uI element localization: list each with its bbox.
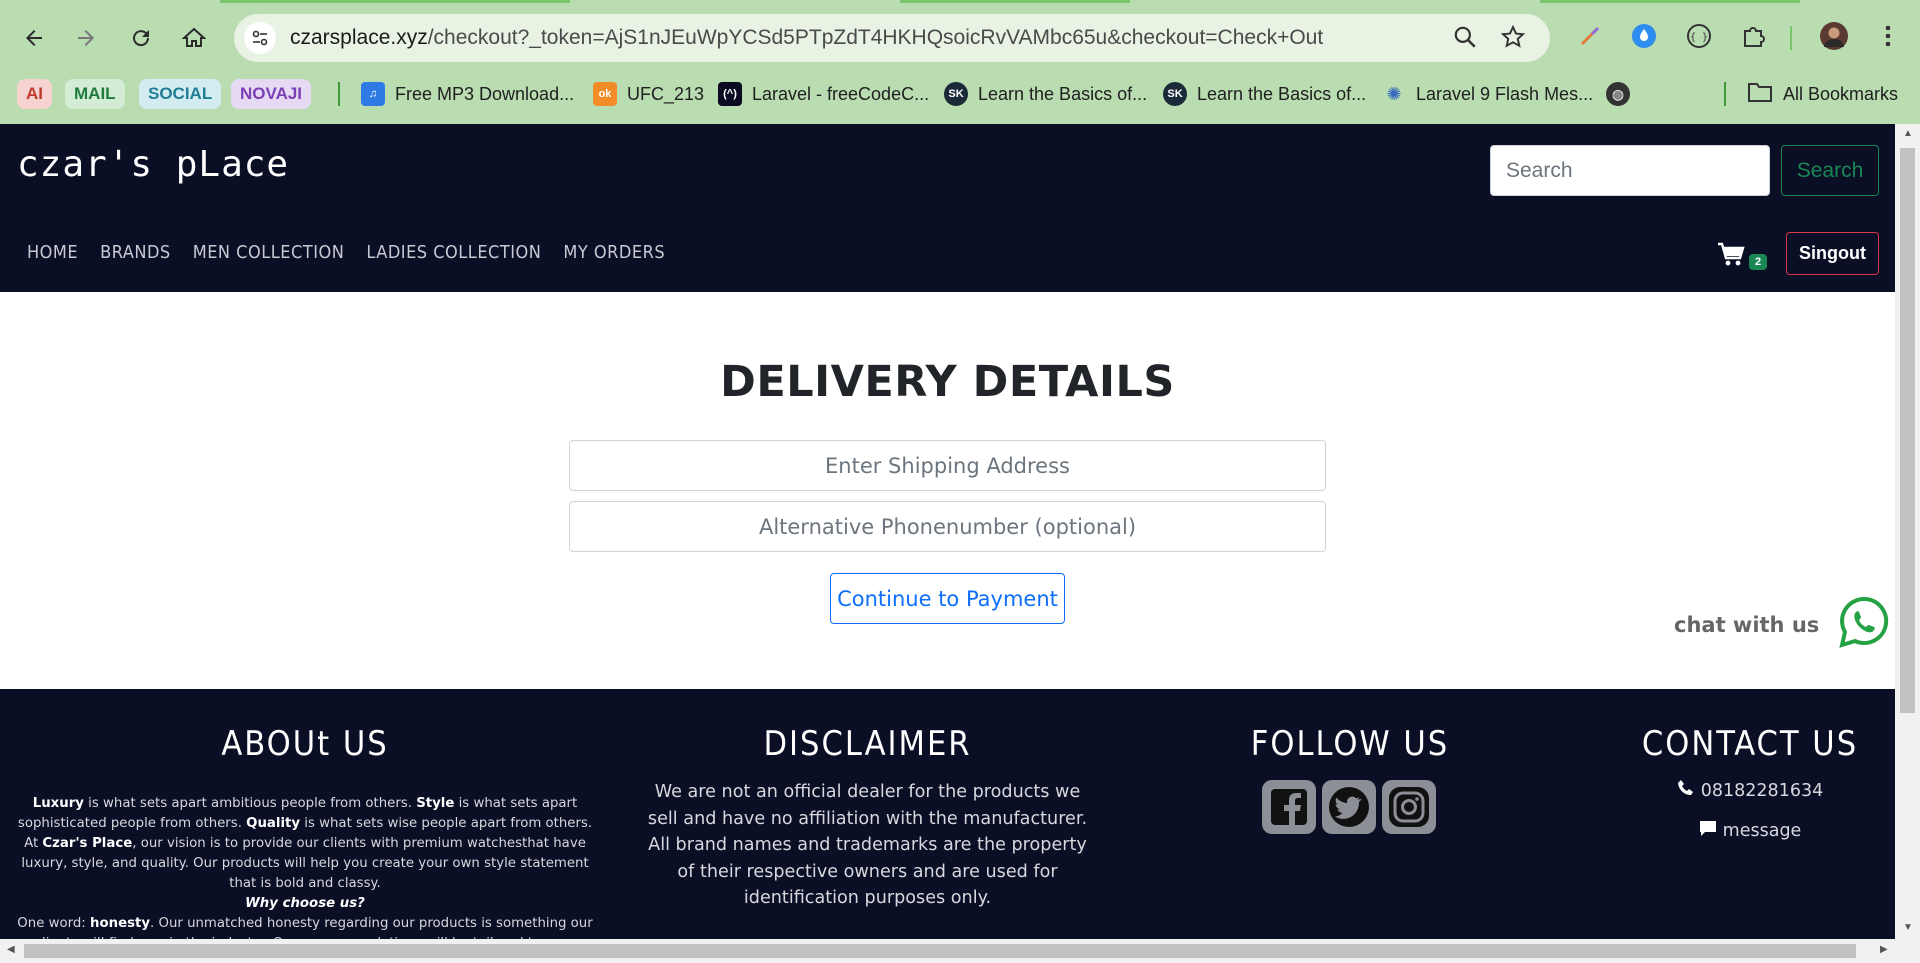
freecodecamp-icon: (^): [718, 82, 742, 106]
chat-label: chat with us: [1674, 612, 1820, 637]
bookmark-label: Laravel 9 Flash Mes...: [1416, 83, 1594, 104]
bookmark-item[interactable]: ✺ Laravel 9 Flash Mes...: [1382, 79, 1593, 109]
bookmark-group-novaji[interactable]: NOVAJI: [231, 79, 312, 109]
main-menu: HOME BRANDS MEN COLLECTION LADIES COLLEC…: [27, 242, 665, 263]
forward-icon[interactable]: [66, 18, 106, 58]
search-input[interactable]: [1490, 145, 1770, 196]
nav-men-collection[interactable]: MEN COLLECTION: [193, 242, 345, 263]
phone-icon: [1677, 779, 1695, 802]
bookmark-label: Learn the Basics of...: [978, 83, 1148, 104]
bookmark-item[interactable]: SK Learn the Basics of...: [1163, 79, 1366, 109]
site-footer: ABOUt US Luxury is what sets apart ambit…: [0, 689, 1895, 939]
profile-avatar-icon[interactable]: [1818, 20, 1850, 52]
page-title: DELIVERY DETAILS: [720, 357, 1175, 407]
checkout-section: DELIVERY DETAILS Continue to Payment cha…: [0, 292, 1895, 689]
bookmark-label: UFC_213: [627, 83, 705, 104]
contact-message[interactable]: message: [1640, 819, 1860, 842]
facebook-icon[interactable]: [1262, 780, 1316, 834]
instagram-icon[interactable]: [1382, 780, 1436, 834]
cart-icon: [1717, 242, 1745, 273]
bookmark-label: Free MP3 Download...: [395, 83, 575, 104]
shipping-address-input[interactable]: [569, 440, 1326, 491]
folder-icon: [1747, 81, 1773, 108]
music-icon: ♫: [361, 82, 385, 106]
bookmarks-bar: AI MAIL SOCIAL NOVAJI ♫ Free MP3 Downloa…: [0, 74, 1920, 124]
bookmarks-divider: [1724, 82, 1726, 106]
all-bookmarks-label: All Bookmarks: [1783, 83, 1899, 104]
horizontal-scroll-thumb[interactable]: [24, 944, 1856, 958]
sk-icon: SK: [944, 82, 968, 106]
code-extension-icon[interactable]: { }: [1683, 20, 1715, 52]
cart-count-badge: 2: [1749, 253, 1768, 270]
globe-icon: ◍: [1606, 82, 1630, 106]
nav-brands[interactable]: BRANDS: [100, 242, 171, 263]
bookmark-group-mail[interactable]: MAIL: [65, 79, 125, 109]
message-link: message: [1722, 820, 1802, 841]
lightbulb-icon: ✺: [1386, 83, 1402, 104]
reload-icon[interactable]: [121, 18, 161, 58]
scroll-left-icon[interactable]: ◀: [7, 944, 15, 955]
svg-text:{ }: { }: [1690, 32, 1708, 43]
phone-number: 08182281634: [1700, 780, 1824, 801]
follow-heading: FOLLOW US: [1250, 724, 1450, 764]
url-text: czarsplace.xyz/checkout?_token=AjS1nJEuW…: [290, 26, 1324, 49]
about-heading: ABOUt US: [221, 724, 389, 764]
bookmark-item[interactable]: (^) Laravel - freeCodeC...: [718, 79, 929, 109]
ok-icon: ok: [593, 82, 617, 106]
browser-toolbar: czarsplace.xyz/checkout?_token=AjS1nJEuW…: [0, 0, 1920, 74]
site-navbar: czar's pLace Search HOME BRANDS MEN COLL…: [0, 124, 1895, 292]
bookmark-item[interactable]: ok UFC_213: [593, 79, 704, 109]
nav-ladies-collection[interactable]: LADIES COLLECTION: [366, 242, 541, 263]
scroll-down-icon[interactable]: ▼: [1903, 922, 1913, 933]
contact-phone[interactable]: 08182281634: [1640, 779, 1860, 802]
site-info-icon[interactable]: [244, 22, 276, 54]
pen-extension-icon[interactable]: [1574, 20, 1606, 52]
address-bar[interactable]: czarsplace.xyz/checkout?_token=AjS1nJEuW…: [234, 14, 1550, 62]
vertical-scroll-thumb[interactable]: [1900, 148, 1915, 713]
zoom-icon[interactable]: [1452, 24, 1480, 52]
disclaimer-heading: DISCLAIMER: [763, 724, 972, 764]
bookmark-label: Laravel - freeCodeC...: [752, 83, 930, 104]
bookmarks-divider: [338, 82, 340, 106]
signout-button[interactable]: Singout: [1786, 232, 1879, 275]
home-icon[interactable]: [174, 18, 214, 58]
scroll-up-icon[interactable]: ▲: [1903, 128, 1913, 139]
twitter-icon[interactable]: [1322, 780, 1376, 834]
browser-chrome: czarsplace.xyz/checkout?_token=AjS1nJEuW…: [0, 0, 1920, 124]
disclaimer-text: We are not an official dealer for the pr…: [647, 782, 1088, 908]
scroll-right-icon[interactable]: ▶: [1880, 944, 1888, 955]
cart-button[interactable]: 2: [1717, 242, 1768, 273]
bookmark-item[interactable]: ♫ Free MP3 Download...: [361, 79, 574, 109]
sk-icon: SK: [1163, 82, 1187, 106]
nav-home[interactable]: HOME: [27, 242, 78, 263]
contact-heading: CONTACT US: [1641, 724, 1859, 764]
message-icon: [1699, 819, 1717, 842]
drop-extension-icon[interactable]: [1628, 20, 1660, 52]
site-logo[interactable]: czar's pLace: [17, 144, 289, 185]
bookmark-item[interactable]: SK Learn the Basics of...: [944, 79, 1147, 109]
vertical-scrollbar[interactable]: ▲ ▼: [1895, 124, 1920, 939]
horizontal-scrollbar[interactable]: ◀ ▶: [0, 939, 1920, 963]
bookmark-group-social[interactable]: SOCIAL: [139, 79, 222, 109]
web-page: czar's pLace Search HOME BRANDS MEN COLL…: [0, 124, 1895, 939]
bookmark-label: Learn the Basics of...: [1197, 83, 1367, 104]
extensions-puzzle-icon[interactable]: [1737, 20, 1769, 52]
menu-kebab-icon[interactable]: [1872, 20, 1904, 52]
about-text: Luxury is what sets apart ambitious peop…: [17, 796, 593, 939]
social-links: [1262, 780, 1436, 834]
whatsapp-chat-widget[interactable]: chat with us: [1674, 595, 1891, 654]
search-button[interactable]: Search: [1781, 145, 1879, 196]
globe-bookmark[interactable]: ◍: [1606, 79, 1630, 109]
continue-to-payment-button[interactable]: Continue to Payment: [830, 573, 1065, 624]
bookmark-star-icon[interactable]: [1500, 24, 1528, 52]
alternative-phone-input[interactable]: [569, 501, 1326, 552]
nav-my-orders[interactable]: MY ORDERS: [563, 242, 665, 263]
bookmark-group-ai[interactable]: AI: [17, 79, 52, 109]
whatsapp-icon: [1837, 595, 1891, 654]
all-bookmarks[interactable]: All Bookmarks: [1747, 79, 1898, 109]
back-icon[interactable]: [14, 18, 54, 58]
